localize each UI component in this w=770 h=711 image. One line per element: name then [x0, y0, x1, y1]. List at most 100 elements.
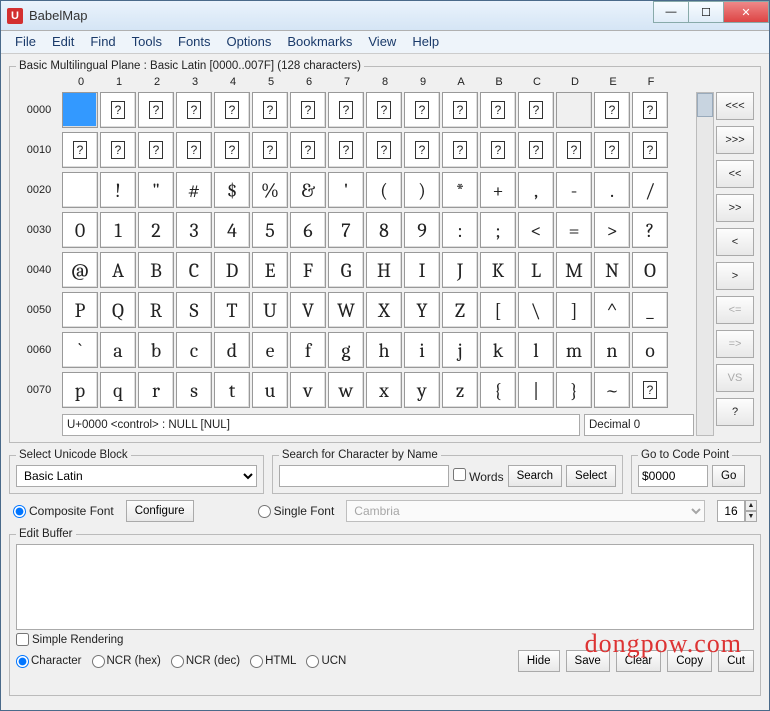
goto-input[interactable]: [638, 465, 708, 487]
maximize-button[interactable]: ☐: [688, 1, 724, 23]
single-font-radio[interactable]: [258, 505, 271, 518]
char-cell[interactable]: ^: [594, 292, 630, 328]
char-cell[interactable]: !: [100, 172, 136, 208]
char-cell[interactable]: /: [632, 172, 668, 208]
copy-button[interactable]: Copy: [667, 650, 712, 672]
char-cell[interactable]: ?: [404, 92, 440, 128]
go-button[interactable]: Go: [712, 465, 745, 487]
spin-down-icon[interactable]: ▼: [745, 511, 757, 522]
char-cell[interactable]: ?: [62, 132, 98, 168]
char-cell[interactable]: ?: [138, 132, 174, 168]
block-select[interactable]: Basic Latin: [16, 465, 257, 487]
char-cell[interactable]: V: [290, 292, 326, 328]
char-cell[interactable]: E: [252, 252, 288, 288]
char-cell[interactable]: y: [404, 372, 440, 408]
edit-buffer-textarea[interactable]: [16, 544, 754, 630]
char-cell[interactable]: .: [594, 172, 630, 208]
spin-up-icon[interactable]: ▲: [745, 500, 757, 511]
char-cell[interactable]: v: [290, 372, 326, 408]
char-cell[interactable]: p: [62, 372, 98, 408]
char-cell[interactable]: ?: [632, 132, 668, 168]
mode-ncr-dec-[interactable]: NCR (dec): [171, 655, 240, 668]
char-cell[interactable]: `: [62, 332, 98, 368]
char-cell[interactable]: _: [632, 292, 668, 328]
mode-html[interactable]: HTML: [250, 655, 296, 668]
nav-button[interactable]: <<: [716, 160, 754, 188]
char-cell[interactable]: j: [442, 332, 478, 368]
char-cell[interactable]: Q: [100, 292, 136, 328]
menu-fonts[interactable]: Fonts: [170, 32, 219, 51]
char-cell[interactable]: g: [328, 332, 364, 368]
char-cell[interactable]: c: [176, 332, 212, 368]
char-cell[interactable]: q: [100, 372, 136, 408]
char-cell[interactable]: {: [480, 372, 516, 408]
char-cell[interactable]: ?: [556, 132, 592, 168]
char-cell[interactable]: =: [556, 212, 592, 248]
char-cell[interactable]: ?: [328, 92, 364, 128]
char-cell[interactable]: ": [138, 172, 174, 208]
char-cell[interactable]: 3: [176, 212, 212, 248]
char-cell[interactable]: ;: [480, 212, 516, 248]
char-cell[interactable]: 1: [100, 212, 136, 248]
char-cell[interactable]: P: [62, 292, 98, 328]
char-cell[interactable]: ?: [214, 132, 250, 168]
char-cell[interactable]: M: [556, 252, 592, 288]
menu-view[interactable]: View: [360, 32, 404, 51]
char-cell[interactable]: ?: [632, 92, 668, 128]
char-cell[interactable]: ': [328, 172, 364, 208]
save-button[interactable]: Save: [566, 650, 610, 672]
char-cell[interactable]: D: [214, 252, 250, 288]
font-size-input[interactable]: [717, 500, 745, 522]
char-cell[interactable]: 5: [252, 212, 288, 248]
char-cell[interactable]: w: [328, 372, 364, 408]
menu-tools[interactable]: Tools: [124, 32, 170, 51]
char-cell[interactable]: [62, 92, 98, 128]
nav-button[interactable]: >>: [716, 194, 754, 222]
char-cell[interactable]: %: [252, 172, 288, 208]
menu-file[interactable]: File: [7, 32, 44, 51]
nav-button[interactable]: >>>: [716, 126, 754, 154]
char-cell[interactable]: 6: [290, 212, 326, 248]
char-cell[interactable]: O: [632, 252, 668, 288]
char-cell[interactable]: d: [214, 332, 250, 368]
simple-rendering-checkbox[interactable]: [16, 633, 29, 646]
char-cell[interactable]: m: [556, 332, 592, 368]
font-size-spinner[interactable]: ▲▼: [717, 500, 757, 522]
char-cell[interactable]: ?: [138, 92, 174, 128]
char-cell[interactable]: ?: [594, 132, 630, 168]
search-button[interactable]: Search: [508, 465, 562, 487]
char-cell[interactable]: 9: [404, 212, 440, 248]
char-cell[interactable]: K: [480, 252, 516, 288]
char-cell[interactable]: |: [518, 372, 554, 408]
char-cell[interactable]: ?: [252, 132, 288, 168]
char-cell[interactable]: W: [328, 292, 364, 328]
char-cell[interactable]: \: [518, 292, 554, 328]
char-cell[interactable]: ?: [480, 132, 516, 168]
char-cell[interactable]: ?: [632, 372, 668, 408]
char-cell[interactable]: -: [556, 172, 592, 208]
char-cell[interactable]: *: [442, 172, 478, 208]
char-cell[interactable]: ?: [176, 132, 212, 168]
char-cell[interactable]: A: [100, 252, 136, 288]
char-cell[interactable]: }: [556, 372, 592, 408]
char-cell[interactable]: t: [214, 372, 250, 408]
char-cell[interactable]: X: [366, 292, 402, 328]
char-cell[interactable]: ~: [594, 372, 630, 408]
char-cell[interactable]: ?: [480, 92, 516, 128]
char-cell[interactable]: k: [480, 332, 516, 368]
char-cell[interactable]: ?: [442, 132, 478, 168]
char-cell[interactable]: ?: [632, 212, 668, 248]
composite-font-radio-label[interactable]: Composite Font: [13, 504, 114, 518]
clear-button[interactable]: Clear: [616, 650, 661, 672]
composite-font-radio[interactable]: [13, 505, 26, 518]
char-cell[interactable]: f: [290, 332, 326, 368]
char-cell[interactable]: H: [366, 252, 402, 288]
char-cell[interactable]: S: [176, 292, 212, 328]
char-cell[interactable]: ?: [290, 92, 326, 128]
char-cell[interactable]: F: [290, 252, 326, 288]
char-cell[interactable]: l: [518, 332, 554, 368]
char-cell[interactable]: ?: [290, 132, 326, 168]
char-cell[interactable]: ?: [404, 132, 440, 168]
char-cell[interactable]: e: [252, 332, 288, 368]
char-cell[interactable]: N: [594, 252, 630, 288]
